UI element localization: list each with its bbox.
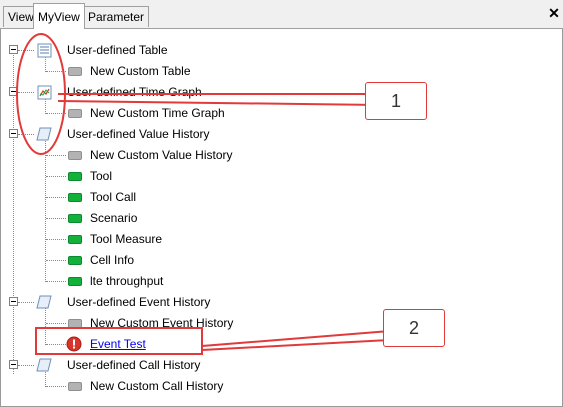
tab-myview[interactable]: MyView (33, 3, 85, 29)
callout-1: 1 (365, 82, 427, 120)
callout-2: 2 (383, 309, 445, 347)
annotation-layer (16, 33, 391, 355)
annotation-highlight-box (35, 327, 203, 355)
annotation-pointer-1 (57, 93, 381, 107)
annotation-pointer-2 (201, 329, 391, 351)
annotation-ellipse (16, 33, 66, 155)
